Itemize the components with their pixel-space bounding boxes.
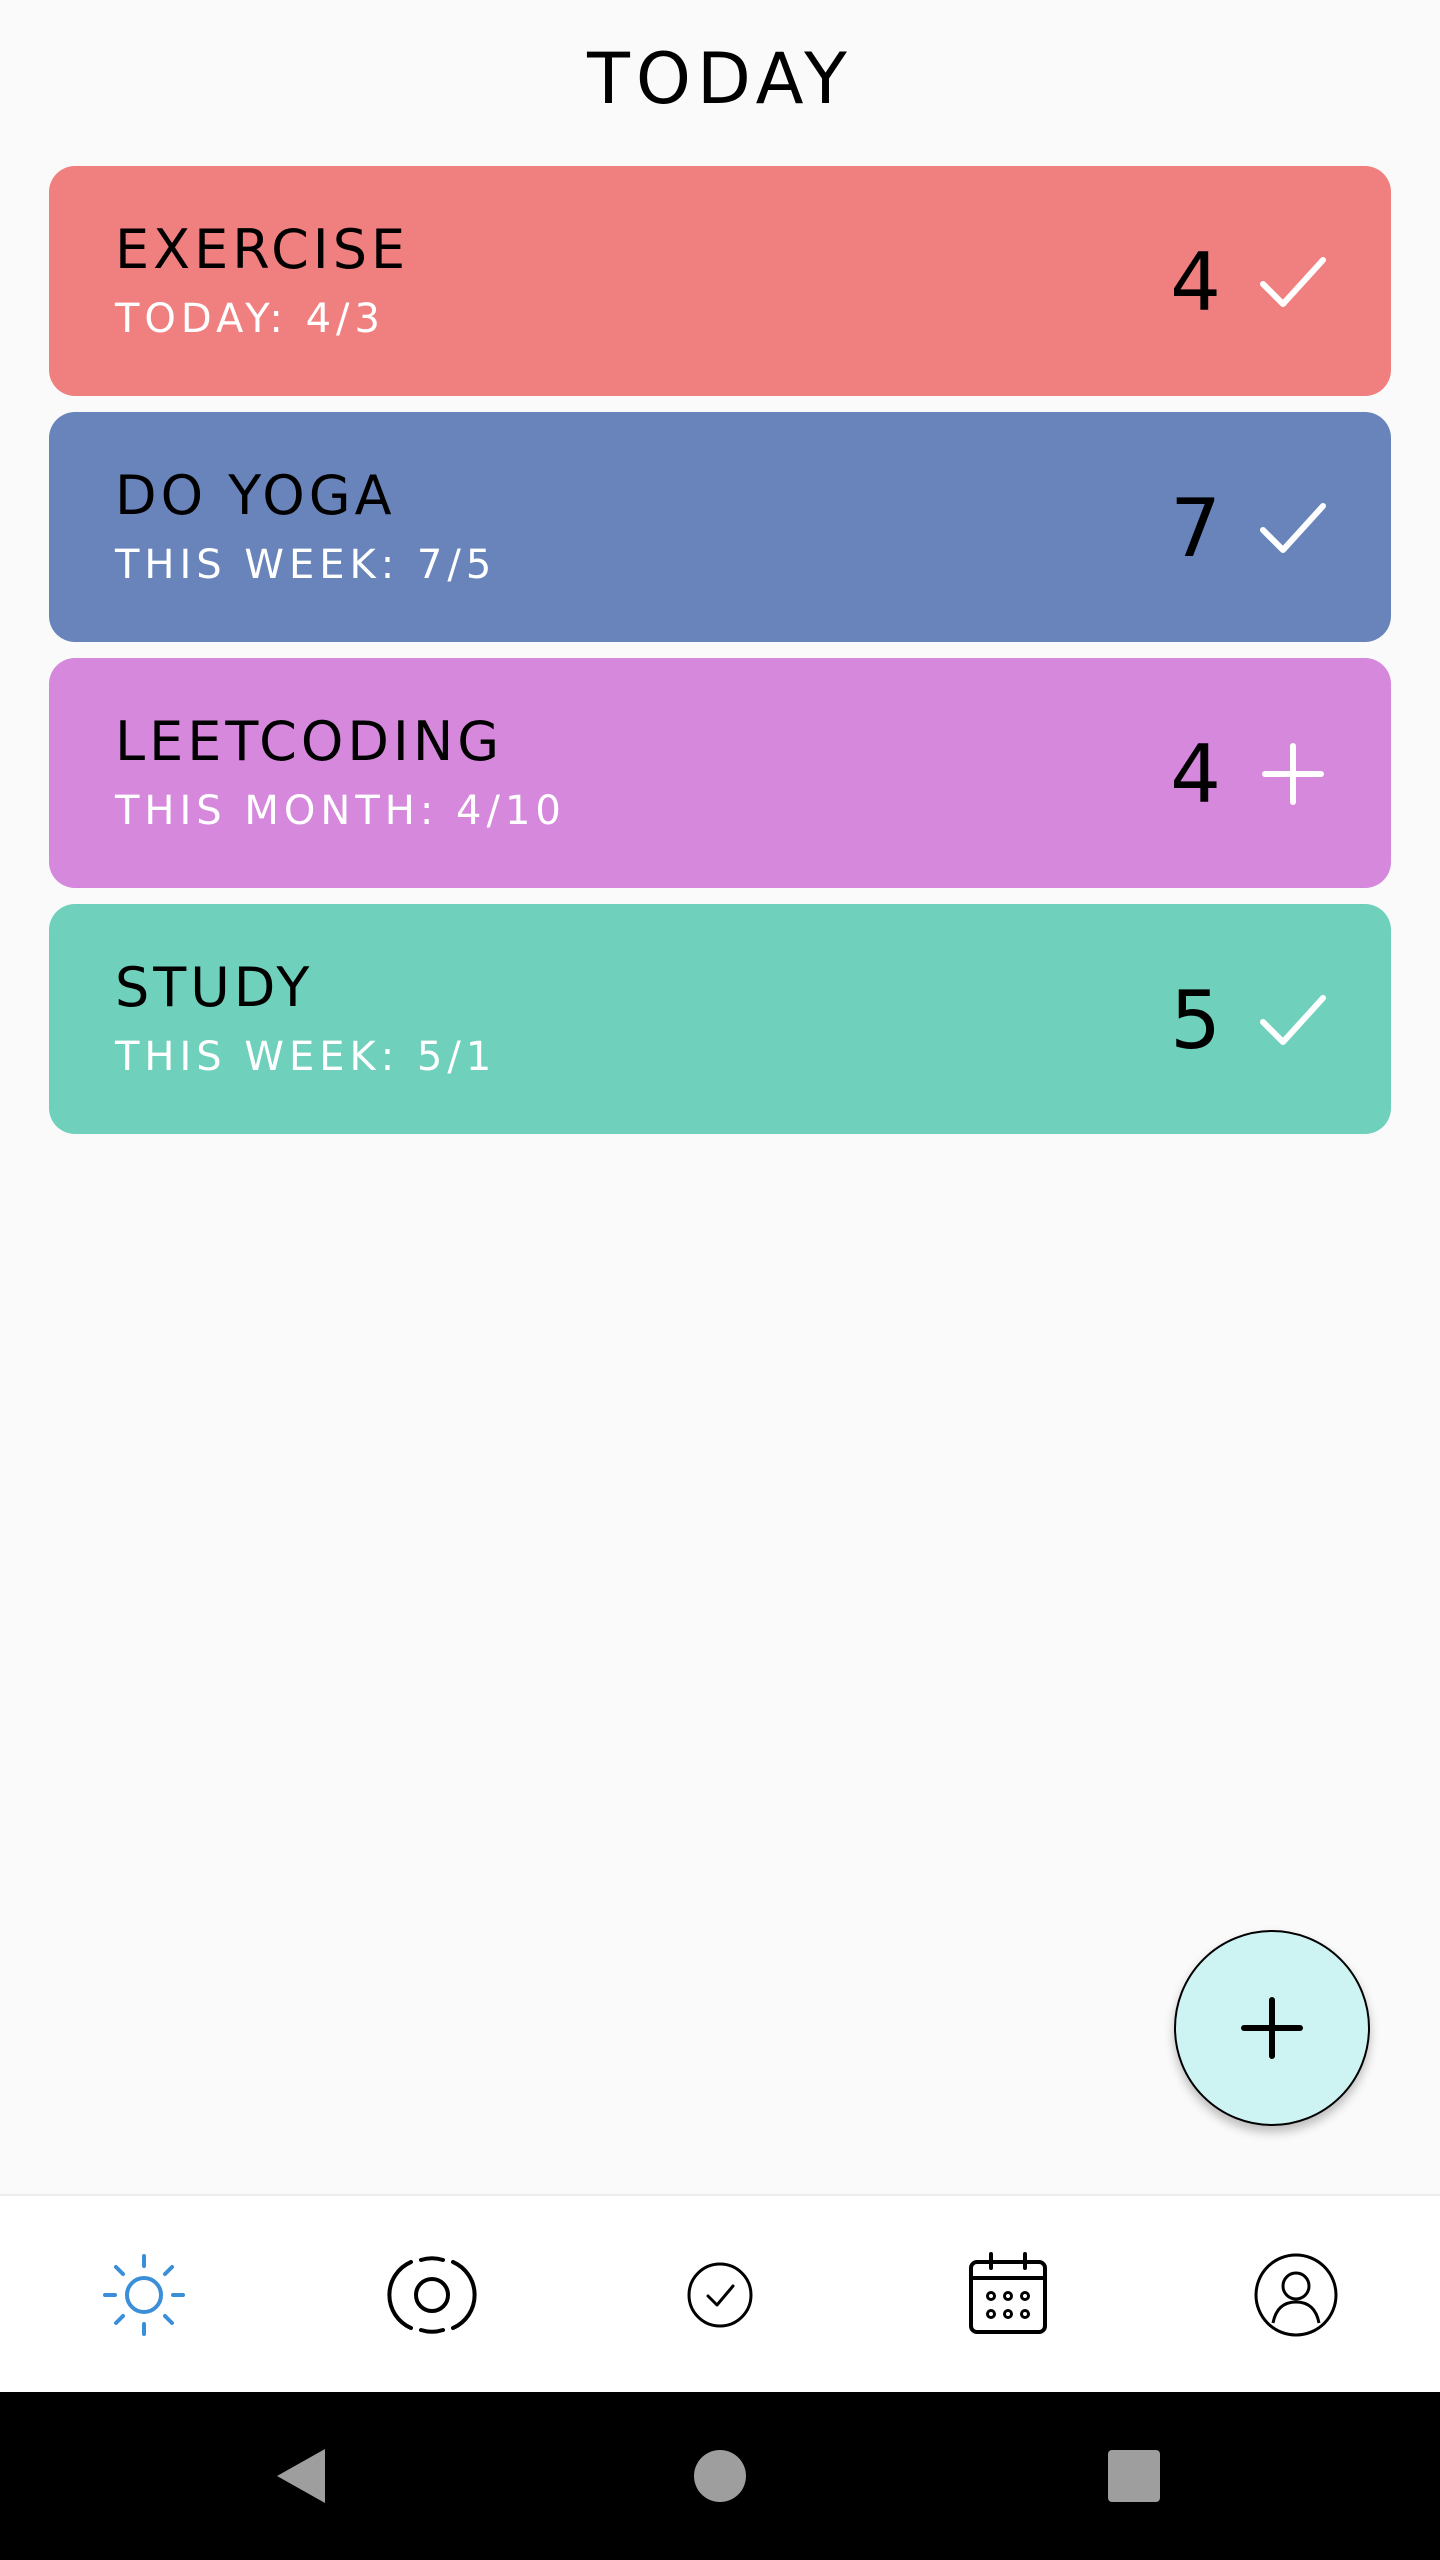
home-icon [694, 2450, 746, 2502]
recents-button[interactable] [1054, 2392, 1214, 2560]
plus-icon [1241, 1997, 1303, 2059]
sun-icon [103, 2254, 185, 2336]
page-title: TODAY [587, 38, 853, 120]
habit-count: 4 [1170, 728, 1221, 821]
habit-count: 5 [1170, 974, 1221, 1067]
habit-count: 7 [1170, 482, 1221, 575]
home-button[interactable] [640, 2392, 800, 2560]
habit-count: 4 [1170, 236, 1221, 329]
habit-progress: THIS MONTH: 4/10 [115, 788, 566, 834]
nav-item-calendar[interactable] [864, 2196, 1152, 2394]
system-nav-bar [0, 2392, 1440, 2560]
screen: TODAY EXERCISE TODAY: 4/3 4 DO YOGA THIS… [0, 0, 1440, 2560]
habit-list: EXERCISE TODAY: 4/3 4 DO YOGA THIS WEEK:… [49, 166, 1391, 1150]
habit-name: LEETCODING [115, 710, 504, 773]
habit-name: DO YOGA [115, 464, 396, 527]
recents-icon [1108, 2450, 1160, 2502]
back-button[interactable] [222, 2392, 382, 2560]
habit-card[interactable]: DO YOGA THIS WEEK: 7/5 7 [49, 412, 1391, 642]
nav-item-goals[interactable] [288, 2196, 576, 2394]
plus-icon[interactable] [1255, 736, 1331, 812]
habit-progress: THIS WEEK: 7/5 [115, 542, 497, 588]
nav-item-today[interactable] [0, 2196, 288, 2394]
profile-icon [1254, 2253, 1338, 2337]
check-icon[interactable] [1255, 244, 1331, 320]
habit-progress: THIS WEEK: 5/1 [115, 1034, 497, 1080]
back-icon [277, 2449, 325, 2503]
target-icon [387, 2256, 477, 2334]
nav-item-profile[interactable] [1152, 2196, 1440, 2394]
habit-card[interactable]: EXERCISE TODAY: 4/3 4 [49, 166, 1391, 396]
habit-progress: TODAY: 4/3 [115, 296, 385, 342]
bottom-nav [0, 2194, 1440, 2392]
habit-name: STUDY [115, 956, 314, 1019]
habit-card[interactable]: STUDY THIS WEEK: 5/1 5 [49, 904, 1391, 1134]
check-icon[interactable] [1255, 490, 1331, 566]
nav-item-tasks[interactable] [576, 2196, 864, 2394]
check-icon[interactable] [1255, 982, 1331, 1058]
calendar-icon [969, 2252, 1047, 2334]
habit-card[interactable]: LEETCODING THIS MONTH: 4/10 4 [49, 658, 1391, 888]
habit-name: EXERCISE [115, 218, 410, 281]
add-habit-button[interactable] [1174, 1930, 1370, 2126]
check-circle-icon [687, 2262, 753, 2328]
